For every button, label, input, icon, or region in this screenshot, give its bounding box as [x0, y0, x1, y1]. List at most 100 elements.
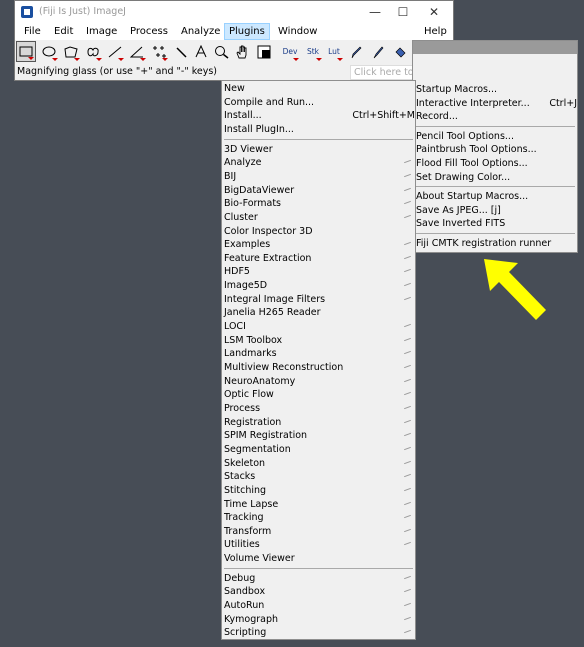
submenu-arrow-icon [404, 433, 411, 437]
plugins-menu-item[interactable]: Color Inspector 3D [222, 225, 415, 238]
dev-tool[interactable]: Dev [280, 41, 300, 62]
wand-tool[interactable] [171, 41, 191, 62]
submenu-arrow-icon [404, 187, 411, 191]
plugins-menu-item[interactable]: Install PlugIn... [222, 123, 415, 136]
plugins-menu-item[interactable]: Time Lapse [222, 498, 415, 511]
macro-menu-item[interactable]: Interactive Interpreter... Ctrl+J [413, 97, 577, 110]
close-button[interactable]: ✕ [419, 4, 449, 20]
menu-item-label: New [224, 83, 245, 94]
menu-item-label: Save Inverted FITS [416, 218, 506, 230]
macro-menu-item[interactable]: Paintbrush Tool Options... [413, 143, 577, 156]
plugins-menu-item[interactable]: Optic Flow [222, 388, 415, 401]
rectangle-tool[interactable] [16, 41, 36, 62]
macro-menu-item[interactable]: Startup Macros... [413, 83, 577, 96]
plugins-menu-item[interactable]: Transform [222, 525, 415, 538]
macro-menu-item[interactable]: About Startup Macros... [413, 190, 577, 203]
plugins-menu-item[interactable]: LSM Toolbox [222, 334, 415, 347]
plugins-menu-item[interactable]: Cluster [222, 211, 415, 224]
macro-menu-item[interactable]: Set Drawing Color... [413, 171, 577, 184]
plugins-menu-item[interactable]: Kymograph [222, 613, 415, 626]
stk-tool[interactable]: Stk [303, 41, 323, 62]
menu-separator [224, 567, 413, 569]
flood-fill-tool[interactable] [390, 41, 410, 62]
plugins-menu-item[interactable]: Image5D [222, 279, 415, 292]
paintbrush-tool[interactable] [368, 41, 388, 62]
macro-menu-item[interactable]: Save Inverted FITS [413, 217, 577, 230]
angle-tool[interactable] [127, 41, 147, 62]
macro-menu-item[interactable]: Flood Fill Tool Options... [413, 157, 577, 170]
macro-menu-item[interactable]: Fiji CMTK registration runner [413, 237, 577, 250]
submenu-arrow-icon [404, 323, 411, 328]
plugins-menu-item[interactable]: BIJ [222, 170, 415, 183]
menu-edit[interactable]: Edit [50, 24, 77, 39]
menu-separator [415, 186, 575, 188]
lut-tool[interactable]: Lut [324, 41, 344, 62]
plugins-menu-item[interactable]: Examples [222, 238, 415, 251]
plugins-menu-item[interactable]: Stacks [222, 470, 415, 483]
menu-item-label: Debug [224, 572, 256, 584]
oval-tool[interactable] [39, 41, 59, 62]
plugins-menu-item[interactable]: Process [222, 402, 415, 415]
startup-macros-menu: Startup Macros... Interactive Interpreter… [412, 40, 578, 253]
menu-help[interactable]: Help [420, 24, 451, 39]
plugins-menu-item[interactable]: Scripting [222, 626, 415, 639]
menu-plugins[interactable]: Plugins [224, 23, 270, 40]
plugins-menu-item[interactable]: Analyze [222, 156, 415, 169]
magnifier-tool[interactable] [211, 41, 231, 62]
plugins-menu-item[interactable]: HDF5 [222, 265, 415, 278]
plugins-menu-item[interactable]: Segmentation [222, 443, 415, 456]
menu-item-label: Bio-Formats [224, 198, 281, 210]
plugins-menu-item[interactable]: NeuroAnatomy [222, 375, 415, 388]
polygon-icon [64, 45, 78, 57]
polygon-tool[interactable] [61, 41, 81, 62]
menu-header-bar [413, 41, 577, 54]
plugins-menu-item[interactable]: Utilities [222, 538, 415, 551]
macro-menu-item[interactable]: Pencil Tool Options... [413, 130, 577, 143]
hand-tool[interactable] [232, 41, 252, 62]
plugins-menu-item[interactable]: Tracking [222, 511, 415, 524]
plugins-menu-item[interactable]: Stitching [222, 484, 415, 497]
yellow-arrow-icon [484, 259, 546, 320]
menu-file[interactable]: File [20, 24, 45, 39]
plugins-menu-item[interactable]: LOCI [222, 320, 415, 333]
macro-menu-item[interactable]: Record... [413, 110, 577, 123]
plugins-menu-item[interactable]: Landmarks [222, 347, 415, 360]
plugins-menu-item[interactable]: Debug [222, 572, 415, 585]
menu-window[interactable]: Window [274, 24, 321, 39]
submenu-arrow-icon [404, 528, 411, 532]
text-tool[interactable] [191, 41, 211, 62]
plugins-menu-item[interactable]: 3D Viewer [222, 143, 415, 156]
plugins-menu-item[interactable]: AutoRun [222, 599, 415, 612]
plugins-menu-item[interactable]: Skeleton [222, 457, 415, 470]
menu-analyze[interactable]: Analyze [177, 24, 224, 39]
plugins-menu-item[interactable]: BigDataViewer [222, 184, 415, 197]
macro-menu-item[interactable]: Save As JPEG... [j] [413, 204, 577, 217]
plugins-menu-item[interactable]: Compile and Run... [222, 96, 415, 109]
menu-process[interactable]: Process [126, 24, 172, 39]
multipoint-tool[interactable] [149, 41, 169, 62]
line-tool[interactable] [105, 41, 125, 62]
pencil-icon [351, 46, 362, 58]
menu-item-label: Save As JPEG... [j] [416, 204, 501, 216]
maximize-button[interactable]: ☐ [388, 4, 418, 20]
plugins-menu-item[interactable]: Janelia H265 Reader [222, 306, 415, 319]
plugins-menu-item[interactable]: New [222, 82, 415, 95]
menu-item-label: BigDataViewer [224, 184, 295, 196]
plugins-menu-item[interactable]: Install... Ctrl+Shift+M [222, 109, 415, 122]
plugins-menu-item[interactable]: Bio-Formats [222, 197, 415, 210]
freehand-tool[interactable] [83, 41, 103, 62]
pencil-tool[interactable] [346, 41, 366, 62]
plugins-menu-item[interactable]: Integral Image Filters [222, 293, 415, 306]
color-picker-tool[interactable] [254, 41, 274, 62]
submenu-arrow-icon [404, 173, 411, 178]
menu-item-label: SPIM Registration [224, 430, 308, 442]
plugins-menu-item[interactable]: Volume Viewer [222, 552, 415, 565]
menu-image[interactable]: Image [82, 24, 121, 39]
plugins-menu-item[interactable]: SPIM Registration [222, 429, 415, 442]
minimize-button[interactable]: — [360, 4, 390, 20]
plugins-menu-item[interactable]: Multiview Reconstruction [222, 361, 415, 374]
plugins-menu-item[interactable]: Registration [222, 416, 415, 429]
fiji-app-icon [21, 6, 33, 18]
plugins-menu-item[interactable]: Sandbox [222, 585, 415, 598]
plugins-menu-item[interactable]: Feature Extraction [222, 252, 415, 265]
